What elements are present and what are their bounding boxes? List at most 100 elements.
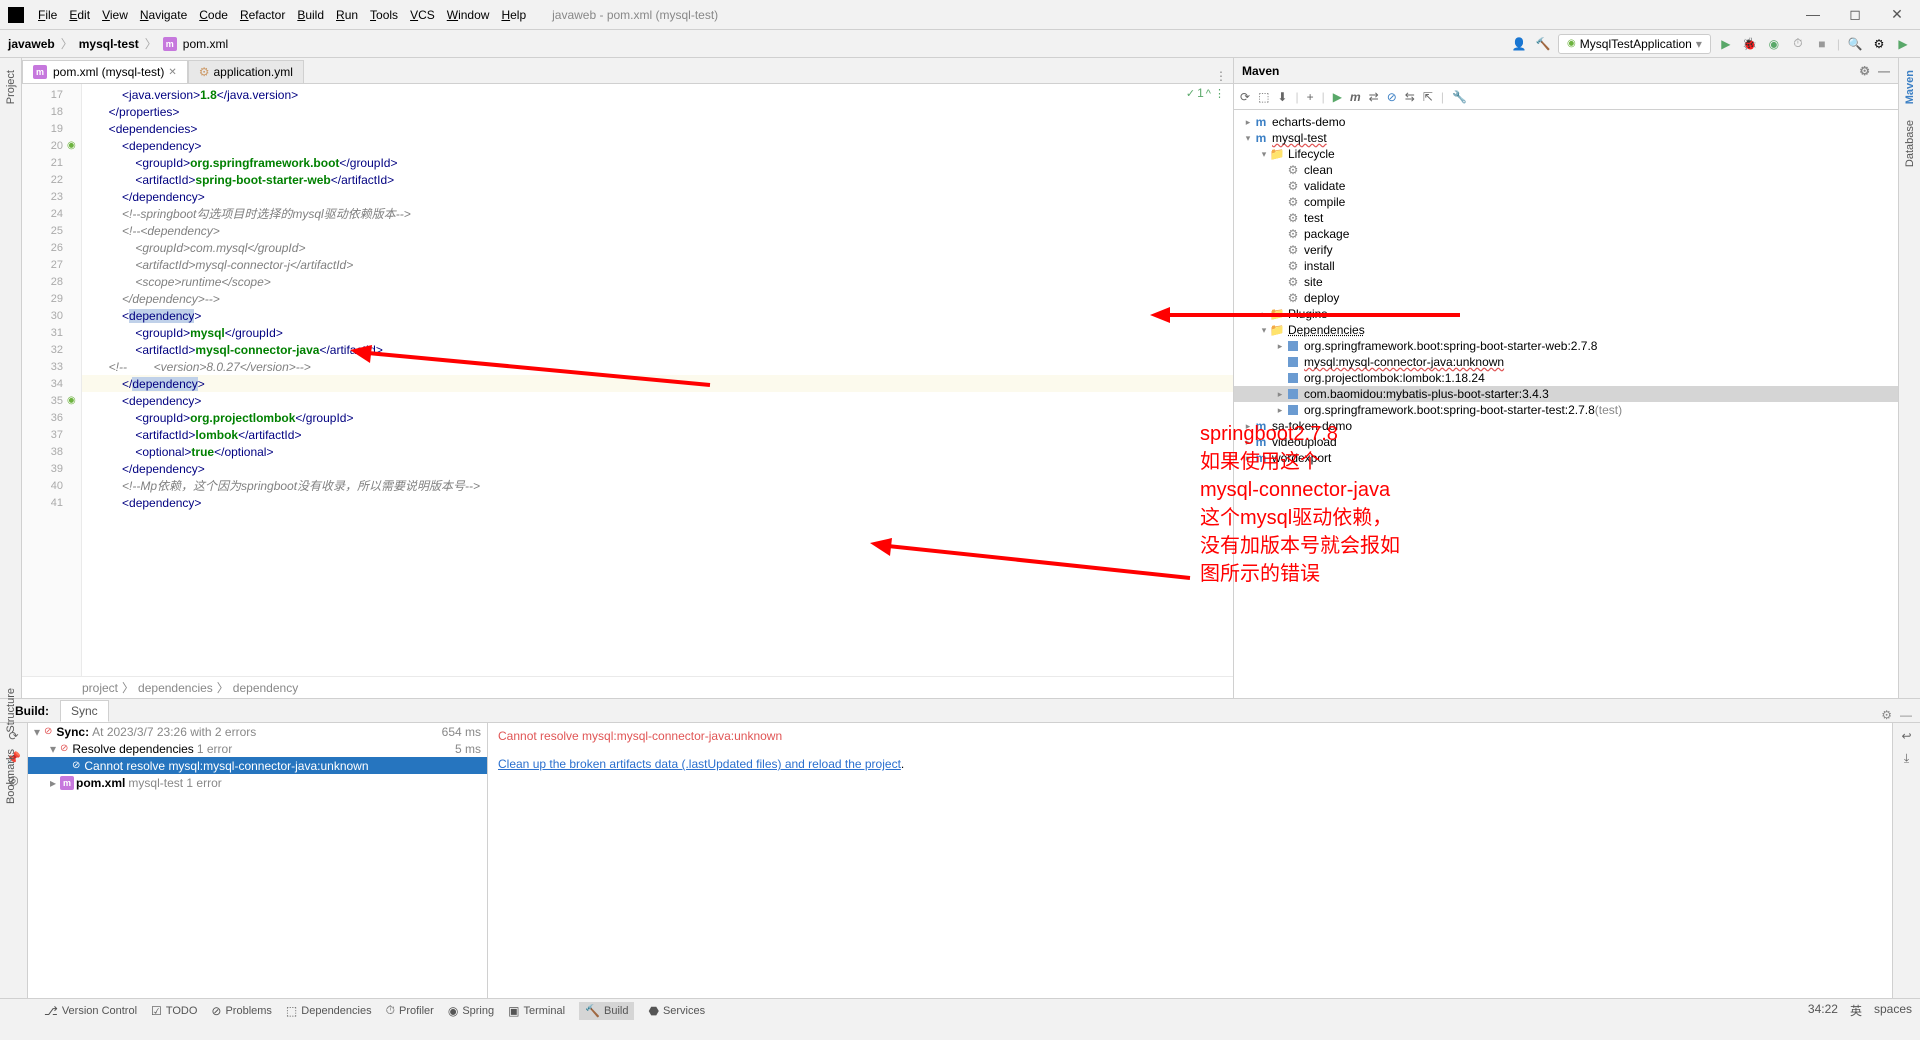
- minimize-button[interactable]: —: [1798, 6, 1828, 23]
- status-pos[interactable]: 34:22: [1808, 1002, 1838, 1019]
- bottom-build[interactable]: 🔨 Build: [579, 1002, 634, 1020]
- tree-row[interactable]: ⚙deploy: [1234, 290, 1898, 306]
- menu-navigate[interactable]: Navigate: [134, 8, 193, 22]
- bottom-spring[interactable]: ◉ Spring: [448, 1002, 494, 1020]
- menu-build[interactable]: Build: [291, 8, 330, 22]
- soft-wrap-icon[interactable]: ↩: [1901, 729, 1911, 743]
- user-icon[interactable]: 👤: [1510, 35, 1528, 53]
- resolve-deps-row[interactable]: ▾ ⊘ Resolve dependencies 1 error 5 ms: [28, 740, 487, 757]
- breadcrumb[interactable]: javaweb 〉 mysql-test 〉 m pom.xml: [8, 35, 228, 52]
- gear-icon[interactable]: ⚙: [1859, 64, 1870, 78]
- tree-row[interactable]: ▾mmysql-test: [1234, 130, 1898, 146]
- error-row-selected[interactable]: ⊘ Cannot resolve mysql:mysql-connector-j…: [28, 757, 487, 774]
- structure-tool-tab[interactable]: Structure: [3, 680, 19, 741]
- tree-row[interactable]: ▸com.baomidou:mybatis-plus-boot-starter:…: [1234, 386, 1898, 402]
- structure-breadcrumb[interactable]: project〉 dependencies〉 dependency: [22, 676, 1233, 698]
- tree-row[interactable]: ⚙validate: [1234, 178, 1898, 194]
- breadcrumb-root[interactable]: javaweb: [8, 37, 55, 51]
- menu-run[interactable]: Run: [330, 8, 364, 22]
- tree-row[interactable]: ⚙package: [1234, 226, 1898, 242]
- database-tool-tab[interactable]: Database: [1902, 112, 1918, 175]
- wrench-icon[interactable]: 🔧: [1452, 90, 1467, 104]
- tree-row[interactable]: ⚙compile: [1234, 194, 1898, 210]
- settings-icon[interactable]: ⚙: [1870, 35, 1888, 53]
- run-button[interactable]: ▶: [1717, 35, 1735, 53]
- status-enc[interactable]: 英: [1850, 1002, 1862, 1019]
- bottom-todo[interactable]: ☑ TODO: [151, 1002, 197, 1020]
- pom-row[interactable]: ▸ m pom.xml mysql-test 1 error: [28, 774, 487, 791]
- menu-edit[interactable]: Edit: [63, 8, 96, 22]
- bottom-version-control[interactable]: ⎇ Version Control: [44, 1002, 137, 1020]
- collapse-icon[interactable]: ⇱: [1423, 90, 1433, 104]
- run-configuration-selector[interactable]: ◉ MysqlTestApplication ▾: [1558, 34, 1711, 54]
- menu-vcs[interactable]: VCS: [404, 8, 441, 22]
- run-maven-icon[interactable]: ▶: [1333, 90, 1342, 104]
- tree-row[interactable]: ▸mecharts-demo: [1234, 114, 1898, 130]
- maven-tool-tab[interactable]: Maven: [1902, 62, 1918, 112]
- bottom-services[interactable]: ⬣ Services: [648, 1002, 705, 1020]
- menu-view[interactable]: View: [96, 8, 134, 22]
- close-tab-icon[interactable]: ✕: [168, 67, 176, 78]
- maven-panel-header[interactable]: Maven ⚙ —: [1234, 58, 1898, 84]
- bottom-dependencies[interactable]: ⬚ Dependencies: [286, 1002, 372, 1020]
- profiler-button[interactable]: ⏱: [1789, 35, 1807, 53]
- project-tool-tab[interactable]: Project: [3, 62, 19, 112]
- menu-refactor[interactable]: Refactor: [234, 8, 291, 22]
- breadcrumb-file[interactable]: pom.xml: [183, 37, 228, 51]
- build-output[interactable]: Cannot resolve mysql:mysql-connector-jav…: [488, 723, 1892, 998]
- menu-code[interactable]: Code: [193, 8, 234, 22]
- hide-icon[interactable]: —: [1900, 708, 1912, 722]
- tree-row[interactable]: mysql:mysql-connector-java:unknown: [1234, 354, 1898, 370]
- scroll-end-icon[interactable]: ⤓: [1904, 751, 1909, 766]
- sync-tab[interactable]: Sync: [60, 700, 109, 722]
- cleanup-link[interactable]: Clean up the broken artifacts data (.las…: [498, 757, 901, 771]
- maximize-button[interactable]: ◻: [1840, 6, 1870, 23]
- search-icon[interactable]: 🔍: [1846, 35, 1864, 53]
- toggle-offline-icon[interactable]: ⇄: [1369, 90, 1379, 104]
- tree-row[interactable]: ⚙test: [1234, 210, 1898, 226]
- generate-sources-icon[interactable]: ⬚: [1258, 90, 1269, 104]
- editor-tab-menu[interactable]: ⋮: [1209, 69, 1233, 83]
- hide-icon[interactable]: —: [1878, 64, 1890, 78]
- tree-row[interactable]: ▸org.springframework.boot:spring-boot-st…: [1234, 402, 1898, 418]
- build-tree[interactable]: ▾ ⊘ Sync: At 2023/3/7 23:26 with 2 error…: [28, 723, 488, 998]
- bookmarks-tool-tab[interactable]: Bookmarks: [3, 741, 19, 812]
- tab-application-yml[interactable]: ⚙ application.yml: [188, 60, 304, 83]
- skip-tests-icon[interactable]: ⊘: [1387, 90, 1397, 104]
- status-spaces[interactable]: spaces: [1874, 1002, 1912, 1019]
- hammer-icon[interactable]: 🔨: [1534, 35, 1552, 53]
- tree-row[interactable]: ⚙clean: [1234, 162, 1898, 178]
- stop-button[interactable]: ■: [1813, 35, 1831, 53]
- sync-root-row[interactable]: ▾ ⊘ Sync: At 2023/3/7 23:26 with 2 error…: [28, 723, 487, 740]
- show-deps-icon[interactable]: ⇆: [1405, 90, 1415, 104]
- tree-row[interactable]: ⚙site: [1234, 274, 1898, 290]
- sync-icon[interactable]: ▶: [1894, 35, 1912, 53]
- coverage-button[interactable]: ◉: [1765, 35, 1783, 53]
- code-editor[interactable]: 17181920◉212223242526272829303132333435◉…: [22, 84, 1233, 676]
- menu-tools[interactable]: Tools: [364, 8, 404, 22]
- tree-row[interactable]: ▸📁Plugins: [1234, 306, 1898, 322]
- reload-icon[interactable]: ⟳: [1240, 90, 1250, 104]
- close-button[interactable]: ✕: [1882, 6, 1912, 23]
- inspection-status[interactable]: ✓ 1 ^ ⋮: [1186, 86, 1225, 100]
- tree-row[interactable]: ▸org.springframework.boot:spring-boot-st…: [1234, 338, 1898, 354]
- breadcrumb-module[interactable]: mysql-test: [79, 37, 139, 51]
- tree-row[interactable]: ▾📁Lifecycle: [1234, 146, 1898, 162]
- tab-pom-xml[interactable]: m pom.xml (mysql-test) ✕: [22, 60, 188, 83]
- debug-button[interactable]: 🐞: [1741, 35, 1759, 53]
- menu-file[interactable]: File: [32, 8, 63, 22]
- tree-row[interactable]: ⚙install: [1234, 258, 1898, 274]
- add-icon[interactable]: +: [1307, 90, 1314, 104]
- bottom-problems[interactable]: ⊘ Problems: [211, 1002, 272, 1020]
- bottom-profiler[interactable]: ⏱ Profiler: [386, 1002, 434, 1020]
- tree-row[interactable]: ⚙verify: [1234, 242, 1898, 258]
- execute-goal-icon[interactable]: m: [1350, 90, 1361, 104]
- download-icon[interactable]: ⬇: [1277, 90, 1287, 104]
- gear-icon[interactable]: ⚙: [1881, 708, 1892, 722]
- maven-tree[interactable]: ▸mecharts-demo▾mmysql-test▾📁Lifecycle⚙cl…: [1234, 110, 1898, 698]
- menu-window[interactable]: Window: [441, 8, 496, 22]
- tree-row[interactable]: ▾📁Dependencies: [1234, 322, 1898, 338]
- menu-help[interactable]: Help: [495, 8, 532, 22]
- bottom-terminal[interactable]: ▣ Terminal: [508, 1002, 565, 1020]
- tree-row[interactable]: org.projectlombok:lombok:1.18.24: [1234, 370, 1898, 386]
